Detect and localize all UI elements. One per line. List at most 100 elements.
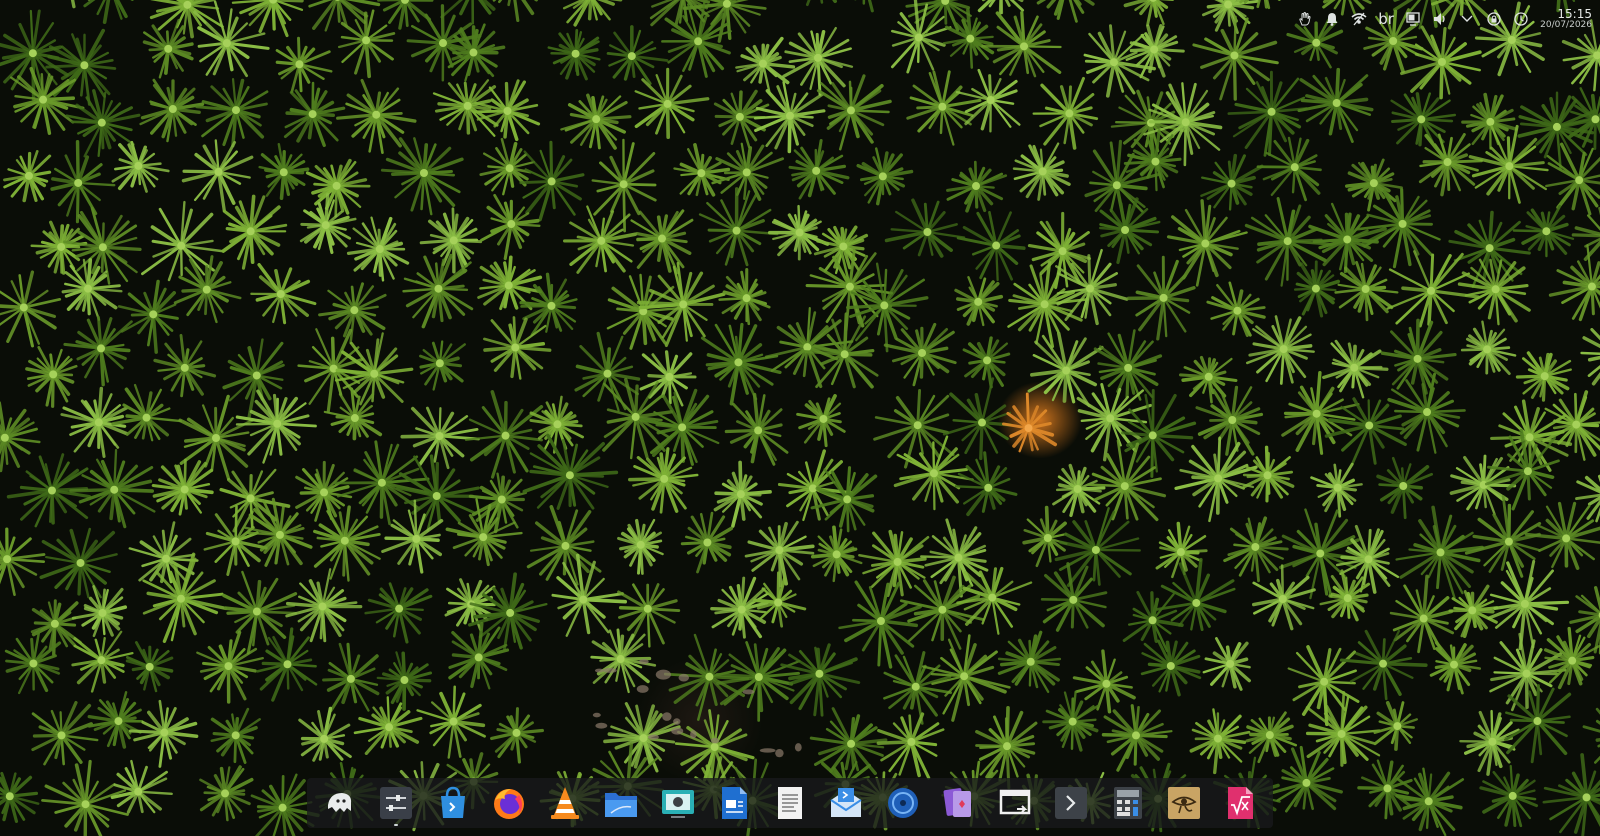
moss-sprig [813,225,869,275]
moss-sprig [416,685,486,759]
moss-sprig [3,150,52,203]
dock-app-disk-utility[interactable] [882,780,924,826]
moss-sprig [258,142,310,200]
moss-sprig [997,630,1062,694]
firefox-icon [493,789,524,819]
dock-app-writer[interactable] [713,780,755,826]
pebble [759,748,776,753]
document-writer-icon [721,787,747,819]
moss-sprig [1126,255,1196,341]
moss-sprig [477,255,543,311]
moss-sprig [1287,645,1360,727]
moss-sprig [810,525,863,583]
moss-sprig [858,529,930,597]
moss-sprig [1310,462,1363,518]
moss-sprig [1179,355,1238,404]
power-icon[interactable] [1511,9,1531,29]
moss-sprig [954,275,1004,327]
dock-app-file-manager[interactable] [600,780,642,826]
dock-app-mail[interactable] [825,780,867,826]
moss-sprig [718,268,771,326]
expand-tray-icon[interactable] [1457,9,1477,29]
moss-sprig [1487,559,1570,651]
dock-app-firefox[interactable] [488,780,530,826]
moss-sprig [464,390,544,479]
notification-bell-icon[interactable] [1322,9,1342,29]
formula-icon [1228,787,1253,819]
moss-sprig [962,336,1011,389]
display-icon[interactable] [1403,9,1423,29]
dock-app-vlc[interactable] [544,780,586,826]
moss-sprig [1174,436,1258,523]
ghost-icon [328,793,352,812]
moss-sprig [250,263,317,325]
moss-sprig [298,706,352,762]
moss-sprig [838,580,922,669]
dock-app-screenshot[interactable] [657,780,699,826]
moss-sprig [876,712,945,780]
moss-sprig [1569,586,1600,655]
moss-sprig [139,78,205,143]
moss-sprig [1386,250,1480,328]
moss-sprig [0,527,46,597]
moss-sprig [1515,351,1572,402]
moss-sprig [0,771,40,823]
moss-sprig [1376,456,1434,520]
moss-sprig [846,262,929,353]
moss-sprig [195,77,269,148]
moss-sprig [199,765,254,822]
clock[interactable]: 15:15 20/07/2026 [1540,8,1592,30]
shopping-bag-icon [440,786,465,818]
moss-sprig [364,582,433,644]
moss-sprig [153,333,217,398]
terminal-icon [1055,787,1088,819]
hand-icon[interactable] [1295,9,1315,29]
dock-app-text-editor[interactable] [769,780,811,826]
moss-sprig [1140,639,1202,697]
dock-app-calculator[interactable] [1107,780,1149,826]
vpn-icon[interactable] [1484,9,1504,29]
pebble [742,689,755,695]
moss-sprig [295,460,353,522]
moss-sprig [1460,320,1517,376]
moss-sprig [630,209,694,275]
moss-sprig [560,93,632,150]
volume-icon[interactable] [1430,9,1450,29]
moss-sprig [680,511,734,574]
moss-sprig [222,570,298,655]
moss-sprig [117,279,179,354]
moss-sprig [1032,76,1099,150]
moss-sprig [396,454,480,532]
dock-app-window-switcher[interactable] [994,780,1036,826]
clock-date: 20/07/2026 [1540,19,1592,30]
moss-sprig [125,641,174,693]
pebble [794,743,802,752]
dock-app-card-game[interactable] [938,780,980,826]
pebble [662,712,672,721]
system-tray: br 15:15 20/07/2026 [1295,4,1592,34]
moss-sprig [1202,637,1251,691]
moss-sprig [1542,753,1600,836]
moss-sprig [25,345,78,408]
window-switch-icon [999,789,1031,815]
keyboard-layout-indicator[interactable]: br [1376,9,1396,29]
dock-app-terminal[interactable] [1050,780,1092,826]
network-icon[interactable] [1349,9,1369,29]
text-document-icon [778,787,802,819]
moss-sprig [283,81,346,148]
moss-sprig [1099,197,1161,265]
moss-sprig [1524,501,1600,570]
moss-sprig [780,643,861,717]
dock-app-eye[interactable] [1163,780,1205,826]
dock-app-store[interactable] [432,780,474,826]
dock-app-ghost[interactable] [319,780,361,826]
moss-sprig [628,447,699,514]
moss-sprig [151,458,214,516]
pebble [639,659,649,665]
dock-app-math-formula[interactable] [1219,780,1261,826]
dock-app-system-settings[interactable] [375,780,417,826]
moss-sprig [1223,516,1289,583]
moss-sprig [178,394,255,481]
moss-sprig [906,70,982,146]
moss-sprig [1390,92,1457,147]
